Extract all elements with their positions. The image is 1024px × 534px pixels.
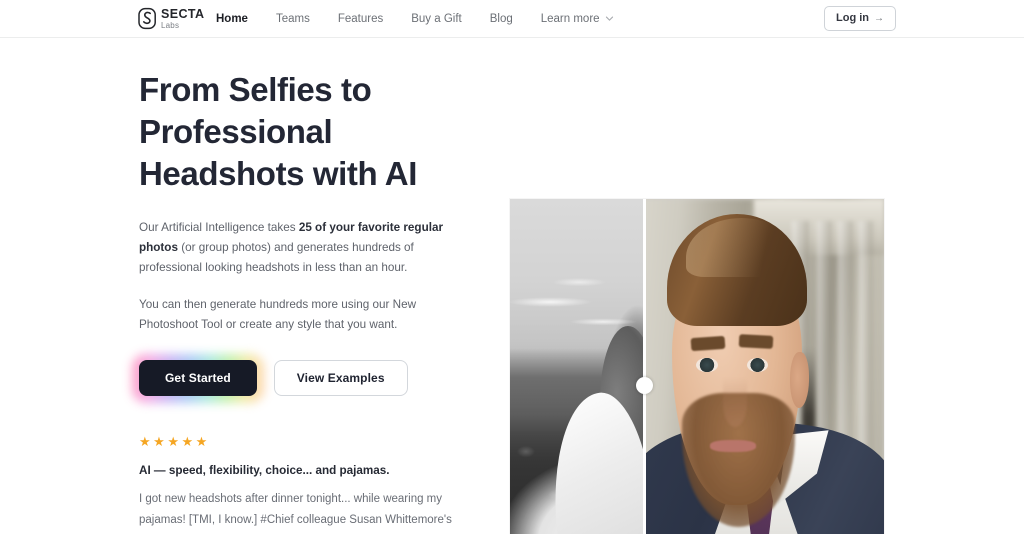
nav-label: Buy a Gift: [411, 12, 462, 25]
review-text: I got new headshots after dinner tonight…: [139, 493, 452, 526]
paragraph-text: Our Artificial Intelligence takes: [139, 220, 299, 234]
before-image: [510, 199, 643, 534]
primary-cta-glow: Get Started: [139, 360, 257, 397]
nav-item-teams[interactable]: Teams: [262, 9, 324, 29]
after-headshot-photo: [643, 199, 884, 534]
after-nose: [722, 378, 747, 427]
hero-paragraph-2: You can then generate hundreds more usin…: [139, 298, 417, 332]
star-icon: ★: [195, 434, 208, 450]
main-navigation: Home Teams Features Buy a Gift Blog Lear…: [216, 9, 628, 29]
view-examples-button[interactable]: View Examples: [273, 360, 408, 397]
nav-item-learn-more[interactable]: Learn more: [527, 9, 628, 29]
nav-label: Features: [337, 12, 384, 25]
nav-item-features[interactable]: Features: [324, 9, 397, 29]
site-header: SECTA Labs Home Teams Features Buy a Gif…: [0, 0, 1024, 38]
hero-paragraph-1: Our Artificial Intelligence takes 25 of …: [139, 218, 451, 278]
comparison-divider: [643, 199, 646, 534]
nav-label: Learn more: [540, 12, 600, 25]
page-title: From Selfies to Professional Headshots w…: [139, 71, 418, 193]
brand-subtitle: Labs: [161, 20, 180, 30]
nav-item-buy-a-gift[interactable]: Buy a Gift: [397, 9, 476, 29]
star-icon: ★: [181, 434, 194, 450]
get-started-button[interactable]: Get Started: [139, 360, 257, 397]
review-body: I got new headshots after dinner tonight…: [139, 489, 457, 534]
hero-copy-column: From Selfies to Professional Headshots w…: [139, 69, 469, 534]
hero-section: From Selfies to Professional Headshots w…: [0, 38, 1024, 534]
star-icon: ★: [167, 434, 179, 450]
login-label: Log in: [836, 12, 869, 25]
after-lips: [710, 439, 757, 452]
arrow-right-icon: →: [874, 12, 884, 24]
login-button[interactable]: Log in →: [824, 6, 896, 31]
nav-label: Teams: [275, 12, 310, 25]
nav-item-home[interactable]: Home: [216, 9, 262, 29]
after-eye-left: [696, 357, 718, 373]
star-icon: ★: [153, 434, 165, 450]
nav-item-blog[interactable]: Blog: [476, 9, 527, 29]
paragraph-text: (or group photos) and generates hundreds…: [139, 240, 414, 274]
review-title: AI — speed, flexibility, choice... and p…: [139, 464, 390, 478]
after-eyebrow-right: [739, 333, 774, 350]
slider-handle-icon[interactable]: [636, 376, 653, 394]
cta-button-row: Get Started View Examples: [139, 360, 469, 397]
brand-logo-link[interactable]: SECTA Labs: [138, 7, 204, 30]
brand-name: SECTA: [161, 6, 205, 21]
before-after-comparison-slider[interactable]: [510, 199, 884, 534]
nav-label: Blog: [489, 12, 513, 25]
after-image: [643, 199, 884, 534]
secta-s-logo-icon: [138, 7, 157, 30]
chevron-down-icon: [605, 14, 614, 23]
star-icon: ★: [139, 434, 151, 450]
nav-label: Home: [216, 12, 248, 25]
rating-stars: ★ ★ ★ ★ ★: [139, 435, 469, 448]
